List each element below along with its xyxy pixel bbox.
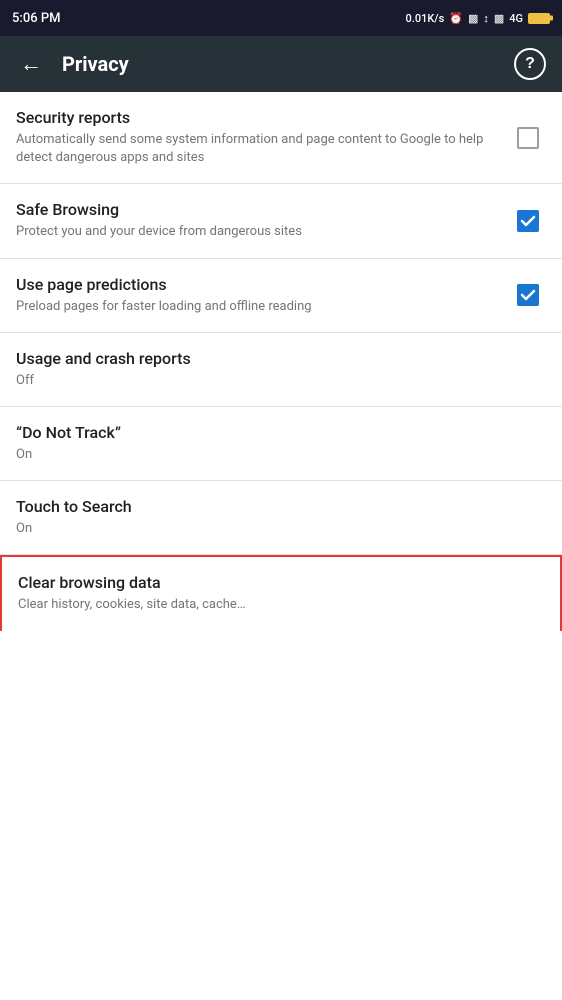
settings-item-title-touch-to-search: Touch to Search <box>16 497 534 516</box>
settings-item-title-do-not-track: “Do Not Track” <box>16 423 534 442</box>
status-time: 5:06 PM <box>12 11 61 26</box>
network-type-label: 4G <box>509 12 523 25</box>
settings-item-text-usage-and-crash-reports: Usage and crash reports Off <box>16 349 546 390</box>
toolbar: ← Privacy ? <box>0 36 562 92</box>
settings-item-title-security-reports: Security reports <box>16 108 498 127</box>
settings-item-text-use-page-predictions: Use page predictions Preload pages for fa… <box>16 275 510 316</box>
settings-item-text-clear-browsing-data: Clear browsing data Clear history, cookie… <box>18 573 544 614</box>
settings-item-subtitle-touch-to-search: On <box>16 520 534 538</box>
settings-item-usage-and-crash-reports[interactable]: Usage and crash reports Off <box>0 333 562 407</box>
battery-icon <box>528 13 550 24</box>
settings-item-subtitle-clear-browsing-data: Clear history, cookies, site data, cache… <box>18 596 532 614</box>
status-icons: 0.01K/s ⏰ ▩ ↕ ▩ 4G <box>406 12 550 25</box>
settings-item-subtitle-use-page-predictions: Preload pages for faster loading and off… <box>16 298 498 316</box>
signal-icon: ▩ <box>468 12 478 25</box>
settings-item-security-reports[interactable]: Security reports Automatically send some … <box>0 92 562 184</box>
settings-item-do-not-track[interactable]: “Do Not Track” On <box>0 407 562 481</box>
signal2-icon: ▩ <box>494 12 504 25</box>
settings-item-text-do-not-track: “Do Not Track” On <box>16 423 546 464</box>
settings-item-subtitle-security-reports: Automatically send some system informati… <box>16 131 498 167</box>
transfer-icon: ↕ <box>483 12 489 25</box>
settings-item-title-usage-and-crash-reports: Usage and crash reports <box>16 349 534 368</box>
checkbox-unchecked-icon[interactable] <box>517 127 539 149</box>
network-speed-label: 0.01K/s <box>406 12 445 25</box>
settings-item-subtitle-do-not-track: On <box>16 446 534 464</box>
settings-item-text-safe-browsing: Safe Browsing Protect you and your device… <box>16 200 510 241</box>
back-button[interactable]: ← <box>16 47 46 81</box>
settings-item-control-safe-browsing[interactable] <box>510 210 546 232</box>
settings-item-subtitle-usage-and-crash-reports: Off <box>16 372 534 390</box>
back-arrow-icon: ← <box>20 51 42 77</box>
help-icon: ? <box>525 55 535 73</box>
settings-item-clear-browsing-data[interactable]: Clear browsing data Clear history, cookie… <box>0 555 562 630</box>
settings-item-touch-to-search[interactable]: Touch to Search On <box>0 481 562 555</box>
time-label: 5:06 PM <box>12 11 61 26</box>
help-button[interactable]: ? <box>514 48 546 80</box>
checkbox-checked-icon[interactable] <box>517 284 539 306</box>
page-title: Privacy <box>62 52 514 76</box>
status-bar: 5:06 PM 0.01K/s ⏰ ▩ ↕ ▩ 4G <box>0 0 562 36</box>
settings-item-title-safe-browsing: Safe Browsing <box>16 200 498 219</box>
settings-item-text-touch-to-search: Touch to Search On <box>16 497 546 538</box>
settings-item-use-page-predictions[interactable]: Use page predictions Preload pages for fa… <box>0 259 562 333</box>
settings-item-subtitle-safe-browsing: Protect you and your device from dangero… <box>16 223 498 241</box>
settings-item-title-clear-browsing-data: Clear browsing data <box>18 573 532 592</box>
settings-item-title-use-page-predictions: Use page predictions <box>16 275 498 294</box>
settings-item-control-security-reports[interactable] <box>510 127 546 149</box>
checkbox-checked-icon[interactable] <box>517 210 539 232</box>
settings-item-text-security-reports: Security reports Automatically send some … <box>16 108 510 167</box>
settings-list: Security reports Automatically send some … <box>0 92 562 631</box>
settings-item-safe-browsing[interactable]: Safe Browsing Protect you and your device… <box>0 184 562 258</box>
settings-item-control-use-page-predictions[interactable] <box>510 284 546 306</box>
alarm-icon: ⏰ <box>449 12 463 25</box>
